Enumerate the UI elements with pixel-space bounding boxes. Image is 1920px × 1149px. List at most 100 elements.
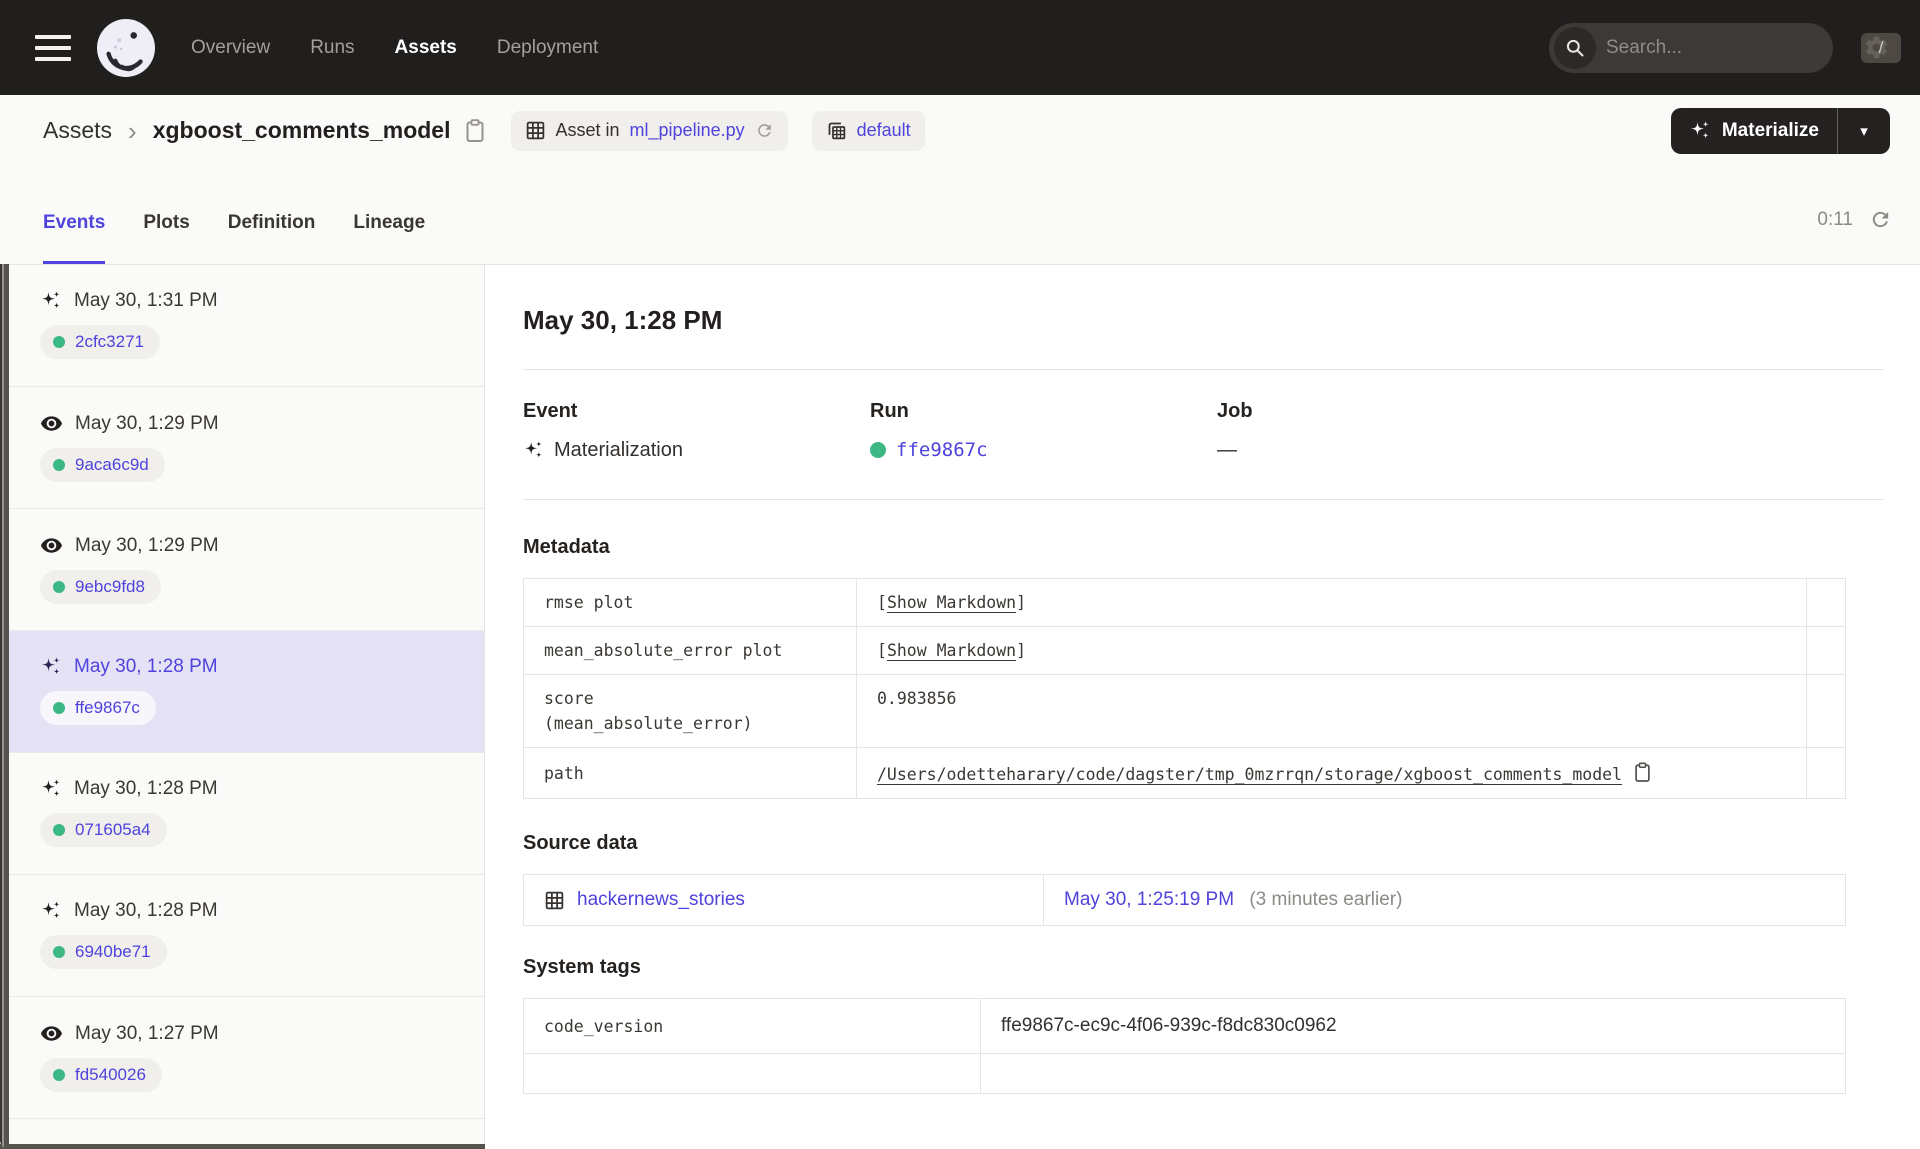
event-timestamp: May 30, 1:28 PM xyxy=(74,778,218,799)
reload-definition-icon[interactable] xyxy=(755,121,774,140)
event-timestamp: May 30, 1:29 PM xyxy=(75,534,219,556)
observation-eye-icon xyxy=(40,416,63,431)
menu-icon[interactable] xyxy=(35,34,71,61)
nav-overview[interactable]: Overview xyxy=(191,37,270,59)
tab-lineage[interactable]: Lineage xyxy=(353,212,425,264)
table-row: score (mean_absolute_error) 0.983856 xyxy=(523,674,1846,748)
event-detail-panel: May 30, 1:28 PM Event Materialization Ru… xyxy=(485,265,1920,1149)
nav-assets[interactable]: Assets xyxy=(395,37,457,59)
run-id-link[interactable]: 2cfc3271 xyxy=(75,332,144,352)
asset-tag-prefix: Asset in xyxy=(555,120,620,140)
search-icon xyxy=(1554,26,1596,69)
materialize-options-caret[interactable]: ▾ xyxy=(1838,108,1890,154)
dagster-logo[interactable] xyxy=(97,18,155,77)
breadcrumb-bar: Assets › xgboost_comments_model Asset in… xyxy=(0,95,1920,166)
metadata-key: path xyxy=(523,747,857,799)
table-row: path /Users/odetteharary/code/dagster/tm… xyxy=(523,747,1846,799)
table-row: hackernews_stories May 30, 1:25:19 PM (3… xyxy=(523,874,1846,926)
background-window-edge xyxy=(0,1144,485,1149)
search-box[interactable]: / xyxy=(1549,22,1901,73)
copy-asset-name-icon[interactable] xyxy=(465,118,485,143)
run-pill[interactable]: 9ebc9fd8 xyxy=(40,570,161,604)
run-pill[interactable]: ffe9867c xyxy=(40,691,156,725)
metadata-key: mean_absolute_error plot xyxy=(523,626,857,675)
run-pill[interactable]: 2cfc3271 xyxy=(40,325,160,359)
background-window-edge xyxy=(0,264,9,1149)
top-navigation: Overview Runs Assets Deployment / xyxy=(0,0,1920,95)
run-id-link[interactable]: ffe9867c xyxy=(75,698,140,718)
storage-path-link[interactable]: /Users/odetteharary/code/dagster/tmp_0mz… xyxy=(877,765,1622,784)
asset-tabs-bar: Events Plots Definition Lineage 0:11 xyxy=(0,166,1920,265)
run-id-link[interactable]: fd540026 xyxy=(75,1065,146,1085)
event-list-item-selected[interactable]: May 30, 1:28 PM ffe9867c xyxy=(0,631,484,753)
asset-definition-tag: Asset in ml_pipeline.py xyxy=(510,110,788,151)
run-pill[interactable]: fd540026 xyxy=(40,1058,162,1092)
refresh-countdown: 0:11 xyxy=(1817,208,1853,230)
metadata-score-value: 0.983856 xyxy=(877,689,957,708)
pipeline-file-link[interactable]: ml_pipeline.py xyxy=(630,120,745,141)
event-list-item[interactable]: May 30, 1:29 PM 9ebc9fd8 xyxy=(0,509,484,631)
run-id-link[interactable]: 6940be71 xyxy=(75,942,151,962)
refresh-icon[interactable] xyxy=(1869,208,1892,231)
show-markdown-link[interactable]: [Show Markdown] xyxy=(877,593,1026,612)
metadata-key: score (mean_absolute_error) xyxy=(523,674,857,748)
sparkle-icon xyxy=(1690,120,1709,138)
octopus-logo-icon xyxy=(97,19,155,76)
run-id-link[interactable]: 9aca6c9d xyxy=(75,455,149,475)
materialize-button[interactable]: Materialize xyxy=(1671,108,1837,154)
nav-runs[interactable]: Runs xyxy=(310,37,354,59)
run-id-link[interactable]: 071605a4 xyxy=(75,820,151,840)
run-id-link[interactable]: 9ebc9fd8 xyxy=(75,577,145,597)
run-pill[interactable]: 9aca6c9d xyxy=(40,448,165,482)
breadcrumb-assets-link[interactable]: Assets xyxy=(43,117,112,144)
source-asset-link[interactable]: hackernews_stories xyxy=(577,889,745,911)
observation-eye-icon xyxy=(40,538,63,553)
job-value: — xyxy=(1217,439,1237,461)
event-list-sidebar: May 30, 1:31 PM 2cfc3271 May 30, 1:29 PM… xyxy=(0,265,485,1149)
search-shortcut-badge: / xyxy=(1861,32,1901,63)
asset-grid-icon xyxy=(545,891,564,909)
run-pill[interactable]: 071605a4 xyxy=(40,813,167,847)
tab-events[interactable]: Events xyxy=(43,212,106,264)
asset-grid-icon xyxy=(526,121,544,140)
run-status-dot xyxy=(53,581,65,593)
run-id-link[interactable]: ffe9867c xyxy=(896,439,988,461)
event-summary: Event Materialization Run ffe9867c Job — xyxy=(523,400,1884,462)
event-column-label: Event xyxy=(523,400,578,422)
copy-path-icon[interactable] xyxy=(1634,762,1651,783)
topnav-right: / xyxy=(1549,22,1901,73)
table-row: code_version ffe9867c-ec9c-4f06-939c-f8d… xyxy=(523,998,1846,1054)
event-list-item[interactable]: May 30, 1:28 PM 6940be71 xyxy=(0,875,484,997)
materialization-sparkle-icon xyxy=(42,291,60,309)
repo-layers-icon xyxy=(828,122,845,140)
source-timestamp-link[interactable]: May 30, 1:25:19 PM xyxy=(1064,889,1234,910)
source-data-heading: Source data xyxy=(523,832,638,854)
event-list-item[interactable]: May 30, 1:29 PM 9aca6c9d xyxy=(0,387,484,509)
event-timestamp: May 30, 1:28 PM xyxy=(74,900,218,921)
source-relative-time: (3 minutes earlier) xyxy=(1249,889,1403,910)
event-type-value: Materialization xyxy=(554,439,683,461)
tab-plots[interactable]: Plots xyxy=(143,212,189,264)
event-timestamp: May 30, 1:28 PM xyxy=(74,656,218,677)
show-markdown-link[interactable]: [Show Markdown] xyxy=(877,641,1026,660)
table-row: mean_absolute_error plot [Show Markdown] xyxy=(523,626,1846,675)
run-status-dot xyxy=(53,1069,65,1081)
event-timestamp: May 30, 1:31 PM xyxy=(74,290,218,311)
event-timestamp: May 30, 1:29 PM xyxy=(75,412,219,434)
system-tag-key: code_version xyxy=(523,998,981,1054)
job-column-label: Job xyxy=(1217,400,1253,422)
nav-deployment[interactable]: Deployment xyxy=(497,37,598,59)
event-list-item[interactable]: May 30, 1:28 PM 071605a4 xyxy=(0,753,484,875)
materialize-label: Materialize xyxy=(1721,119,1819,141)
search-input[interactable] xyxy=(1596,36,1861,59)
observation-eye-icon xyxy=(40,1026,63,1041)
materialization-sparkle-icon xyxy=(42,779,60,797)
run-pill[interactable]: 6940be71 xyxy=(40,935,167,969)
event-list-item[interactable]: May 30, 1:31 PM 2cfc3271 xyxy=(0,265,484,387)
run-status-dot xyxy=(870,442,886,458)
table-row xyxy=(523,1053,1846,1094)
event-list-item[interactable]: May 30, 1:27 PM fd540026 xyxy=(0,997,484,1119)
materialization-sparkle-icon xyxy=(524,441,542,458)
tab-definition[interactable]: Definition xyxy=(228,212,316,264)
repo-default-link[interactable]: default xyxy=(857,120,911,141)
